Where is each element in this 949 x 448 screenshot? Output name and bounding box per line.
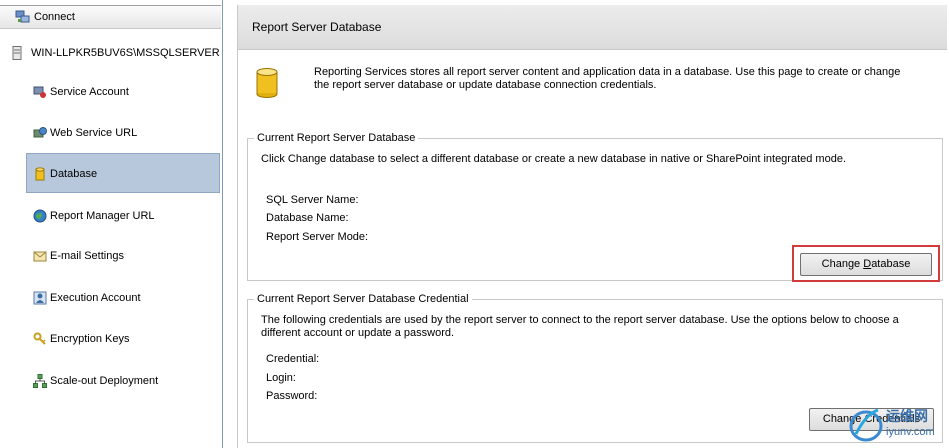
keys-icon bbox=[33, 332, 47, 346]
watermark-line1: 运维网 bbox=[886, 408, 928, 424]
server-node[interactable]: WIN-LLPKR5BUV6S\MSSQLSERVER bbox=[12, 46, 220, 63]
login-label: Login: bbox=[266, 372, 296, 384]
email-icon bbox=[33, 249, 47, 263]
service-account-icon bbox=[33, 85, 47, 99]
nav-item-execution-account[interactable]: Execution Account bbox=[26, 278, 220, 316]
navigation-pane: Connect WIN-LLPKR5BUV6S\MSSQLSERVER Serv… bbox=[0, 0, 223, 448]
nav-label: Scale-out Deployment bbox=[50, 375, 159, 387]
group-legend: Current Report Server Database bbox=[254, 132, 419, 144]
nav-label: Service Account bbox=[50, 86, 129, 98]
connect-button[interactable]: Connect bbox=[0, 5, 221, 29]
nav-label: E-mail Settings bbox=[50, 250, 124, 262]
intro-text: Reporting Services stores all report ser… bbox=[314, 66, 901, 91]
watermark-line2: iyunv.com bbox=[886, 426, 935, 438]
web-service-url-icon bbox=[33, 126, 47, 140]
page-title: Report Server Database bbox=[252, 20, 382, 34]
database-name-label: Database Name: bbox=[266, 212, 349, 224]
sql-server-name-label: SQL Server Name: bbox=[266, 194, 359, 206]
button-text-pre: Change bbox=[821, 258, 864, 270]
nav-label: Execution Account bbox=[50, 292, 141, 304]
content-pane: Report Server Database Reporting Service… bbox=[237, 5, 947, 448]
change-database-button[interactable]: Change Database bbox=[800, 253, 932, 276]
scale-out-icon bbox=[33, 374, 47, 388]
watermark: 运维网 iyunv.com bbox=[848, 404, 944, 444]
button-text-post: atabase bbox=[871, 258, 911, 270]
server-icon bbox=[12, 46, 22, 60]
connect-icon bbox=[15, 10, 31, 27]
database-large-icon bbox=[256, 68, 278, 101]
nav-label: Report Manager URL bbox=[50, 210, 155, 222]
server-name: WIN-LLPKR5BUV6S\MSSQLSERVER bbox=[31, 47, 220, 59]
group-description: The following credentials are used by th… bbox=[261, 314, 899, 339]
watermark-logo-icon bbox=[849, 408, 883, 442]
nav-label: Database bbox=[50, 168, 98, 180]
current-credential-group: Current Report Server Database Credentia… bbox=[247, 293, 943, 443]
nav-item-encryption-keys[interactable]: Encryption Keys bbox=[26, 319, 220, 357]
nav-item-scale-out-deployment[interactable]: Scale-out Deployment bbox=[26, 361, 220, 399]
database-icon bbox=[33, 167, 47, 181]
current-database-group: Current Report Server Database Click Cha… bbox=[247, 132, 943, 282]
nav-item-service-account[interactable]: Service Account bbox=[26, 72, 220, 110]
connect-label: Connect bbox=[34, 11, 75, 23]
execution-account-icon bbox=[33, 291, 47, 305]
nav-item-email-settings[interactable]: E-mail Settings bbox=[26, 236, 220, 274]
globe-icon bbox=[33, 209, 47, 223]
password-label: Password: bbox=[266, 390, 318, 402]
report-server-mode-label: Report Server Mode: bbox=[266, 231, 369, 243]
page-header: Report Server Database bbox=[238, 5, 947, 50]
nav-item-web-service-url[interactable]: Web Service URL bbox=[26, 113, 220, 151]
nav-item-database[interactable]: Database bbox=[26, 153, 220, 193]
nav-label: Web Service URL bbox=[50, 127, 138, 139]
nav-label: Encryption Keys bbox=[50, 333, 130, 345]
credential-label: Credential: bbox=[266, 353, 320, 365]
button-mnemonic: D bbox=[863, 258, 872, 270]
group-legend: Current Report Server Database Credentia… bbox=[254, 293, 472, 305]
group-description: Click Change database to select a differ… bbox=[261, 153, 847, 165]
nav-item-report-manager-url[interactable]: Report Manager URL bbox=[26, 196, 220, 234]
